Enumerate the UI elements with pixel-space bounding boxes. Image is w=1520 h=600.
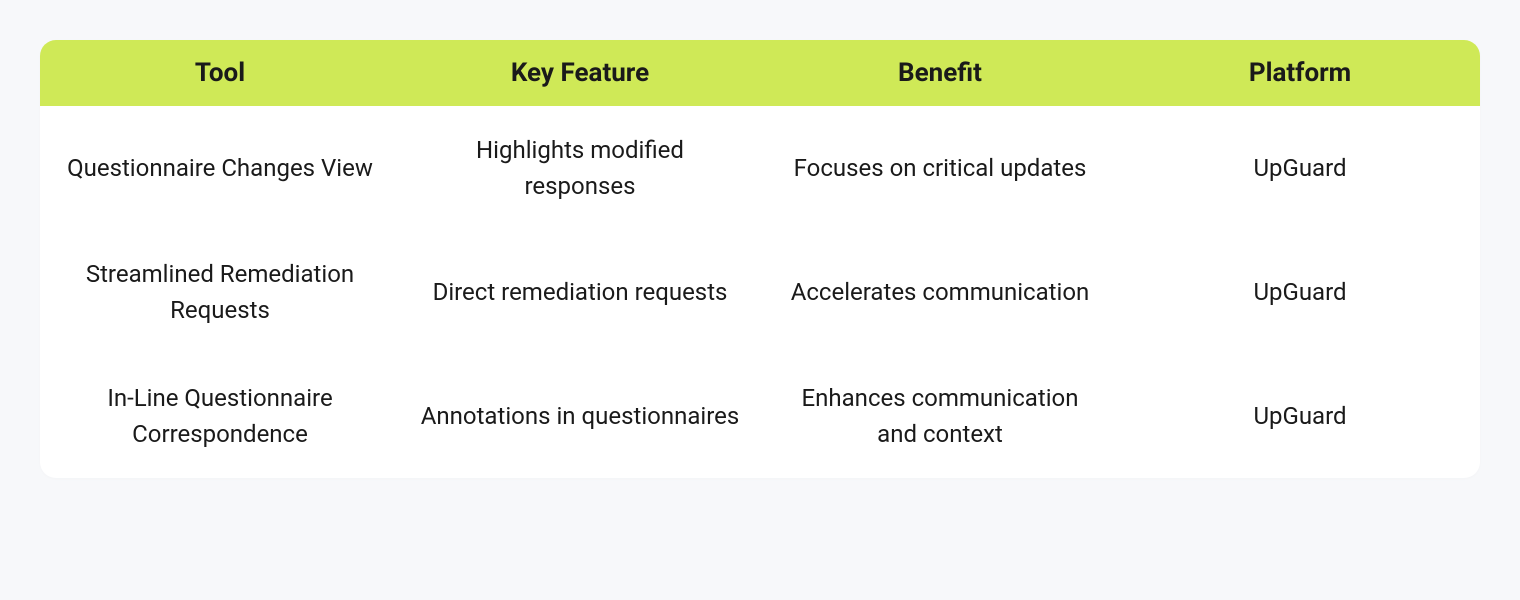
cell-benefit: Accelerates communication: [760, 256, 1120, 328]
cell-tool: Streamlined Remediation Requests: [40, 256, 400, 328]
cell-platform: UpGuard: [1120, 132, 1480, 204]
table-header: Tool Key Feature Benefit Platform: [40, 40, 1480, 106]
cell-benefit: Focuses on critical updates: [760, 132, 1120, 204]
header-key-feature: Key Feature: [400, 58, 760, 88]
cell-tool: In-Line Questionnaire Correspondence: [40, 380, 400, 452]
table-row: Questionnaire Changes View Highlights mo…: [40, 106, 1480, 230]
cell-benefit: Enhances communication and context: [760, 380, 1120, 452]
comparison-table: Tool Key Feature Benefit Platform Questi…: [40, 40, 1480, 478]
cell-tool: Questionnaire Changes View: [40, 132, 400, 204]
cell-key-feature: Highlights modified responses: [400, 132, 760, 204]
cell-key-feature: Annotations in questionnaires: [400, 380, 760, 452]
cell-platform: UpGuard: [1120, 380, 1480, 452]
table-row: In-Line Questionnaire Correspondence Ann…: [40, 354, 1480, 478]
header-platform: Platform: [1120, 58, 1480, 88]
table-row: Streamlined Remediation Requests Direct …: [40, 230, 1480, 354]
table-body: Questionnaire Changes View Highlights mo…: [40, 106, 1480, 478]
cell-key-feature: Direct remediation requests: [400, 256, 760, 328]
cell-platform: UpGuard: [1120, 256, 1480, 328]
header-benefit: Benefit: [760, 58, 1120, 88]
header-tool: Tool: [40, 58, 400, 88]
